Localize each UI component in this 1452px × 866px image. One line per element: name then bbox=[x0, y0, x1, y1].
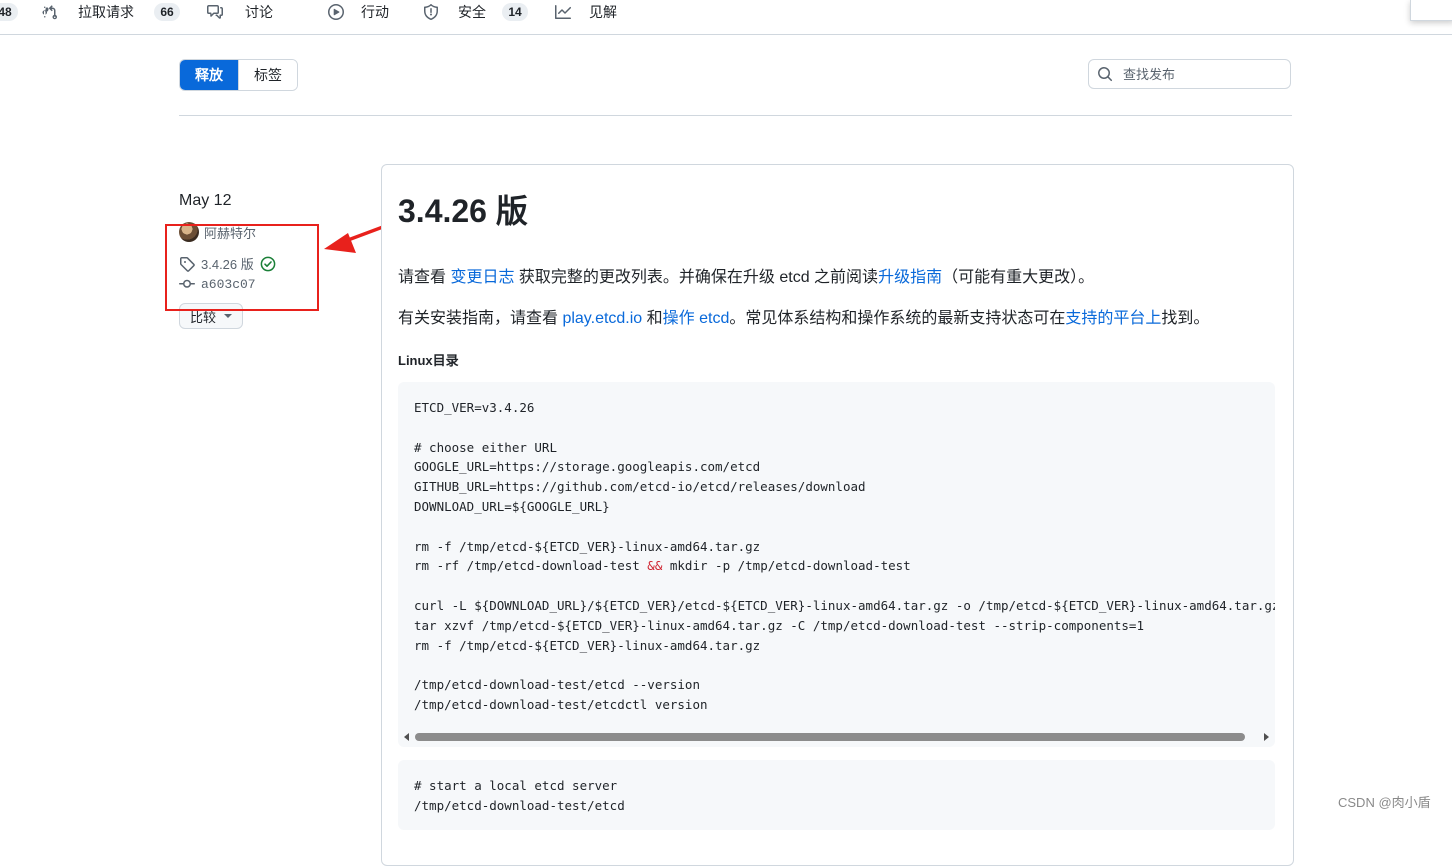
search-icon bbox=[1098, 67, 1113, 82]
tab-discussions[interactable]: 讨论 bbox=[207, 0, 273, 24]
code-line: /tmp/etcd-download-test/etcdctl version bbox=[414, 696, 708, 712]
tab-security[interactable]: 安全 14 bbox=[423, 0, 528, 24]
tags-tab[interactable]: 标签 bbox=[238, 60, 297, 90]
code-line: /tmp/etcd-download-test/etcd bbox=[414, 797, 625, 813]
release-title[interactable]: 3.4.26 版 bbox=[398, 186, 528, 232]
text: （可能有重大更改）。 bbox=[942, 269, 1095, 286]
operating-etcd-link[interactable]: 操作 etcd bbox=[663, 310, 730, 327]
text: 和 bbox=[642, 310, 663, 327]
code-line: rm -f /tmp/etcd-${ETCD_VER}-linux-amd64.… bbox=[414, 538, 761, 554]
code-operator: && bbox=[647, 558, 663, 574]
repo-nav: 48 拉取请求 66 讨论 行动 安全 14 见解 bbox=[0, 0, 1452, 35]
tab-actions[interactable]: 行动 bbox=[328, 0, 389, 24]
tab-security-label: 安全 bbox=[458, 4, 486, 20]
code-line: ETCD_VER=v3.4.26 bbox=[414, 400, 535, 415]
text: 。常见体系结构和操作系统的最新支持状态可在 bbox=[729, 310, 1066, 327]
code-line: # choose either URL bbox=[414, 439, 557, 455]
annotation-highlight-box bbox=[165, 224, 319, 311]
tab-insights[interactable]: 见解 bbox=[555, 0, 617, 24]
code-line: # start a local etcd server bbox=[414, 778, 618, 793]
code-content: ETCD_VER=v3.4.26 # choose either URL GOO… bbox=[414, 398, 1275, 715]
tab-actions-label: 行动 bbox=[361, 4, 389, 20]
divider bbox=[179, 115, 1292, 116]
release-notes-paragraph-1: 请查看 变更日志 获取完整的更改列表。并确保在升级 etcd 之前阅读升级指南（… bbox=[398, 263, 1094, 287]
pull-request-icon bbox=[42, 5, 57, 20]
code-line: mkdir -p /tmp/etcd-download-test bbox=[662, 558, 911, 574]
play-circle-icon bbox=[328, 4, 344, 20]
scroll-right-icon[interactable] bbox=[1264, 733, 1269, 741]
changelog-link[interactable]: 变更日志 bbox=[450, 269, 514, 286]
tab-discussions-label: 讨论 bbox=[245, 4, 273, 20]
tab-pull-requests-label: 拉取请求 bbox=[78, 4, 134, 20]
play-etcd-link[interactable]: play.etcd.io bbox=[562, 310, 642, 327]
releases-tab[interactable]: 释放 bbox=[180, 60, 238, 90]
text: 找到。 bbox=[1161, 310, 1210, 327]
upgrade-guide-link[interactable]: 升级指南 bbox=[878, 269, 942, 286]
release-notes-paragraph-2: 有关安装指南，请查看 play.etcd.io 和操作 etcd。常见体系结构和… bbox=[398, 304, 1209, 328]
caret-down-icon bbox=[224, 314, 233, 318]
scrollbar-thumb[interactable] bbox=[415, 733, 1245, 741]
release-search[interactable] bbox=[1088, 59, 1291, 89]
code-line: DOWNLOAD_URL=${GOOGLE_URL} bbox=[414, 498, 610, 514]
graph-icon bbox=[555, 5, 571, 19]
search-input[interactable] bbox=[1121, 65, 1285, 83]
code-horizontal-scrollbar[interactable] bbox=[399, 729, 1275, 743]
text: 获取完整的更改列表。并确保在升级 etcd 之前阅读 bbox=[514, 269, 879, 286]
code-block-linux[interactable]: ETCD_VER=v3.4.26 # choose either URL GOO… bbox=[398, 382, 1275, 747]
code-content: # start a local etcd server /tmp/etcd-do… bbox=[414, 776, 625, 816]
code-line: tar xzvf /tmp/etcd-${ETCD_VER}-linux-amd… bbox=[414, 617, 1144, 633]
code-line: GOOGLE_URL=https://storage.googleapis.co… bbox=[414, 459, 761, 475]
code-line: GITHUB_URL=https://github.com/etcd-io/et… bbox=[414, 479, 866, 495]
code-line: /tmp/etcd-download-test/etcd --version bbox=[414, 677, 700, 693]
text: 有关安装指南，请查看 bbox=[398, 310, 563, 327]
code-block-start-server[interactable]: # start a local etcd server /tmp/etcd-do… bbox=[398, 760, 1275, 830]
scroll-left-icon[interactable] bbox=[404, 733, 409, 741]
releases-tags-toggle: 释放 标签 bbox=[179, 59, 298, 91]
text: 请查看 bbox=[398, 269, 451, 286]
shield-icon bbox=[424, 4, 438, 20]
security-count: 14 bbox=[502, 3, 528, 21]
linux-heading: Linux目录 bbox=[398, 353, 459, 368]
discussions-icon bbox=[207, 5, 223, 19]
release-date: May 12 bbox=[179, 192, 232, 209]
tab-insights-label: 见解 bbox=[589, 4, 617, 20]
popup-window-corner bbox=[1410, 0, 1452, 21]
truncated-count-badge: 48 bbox=[0, 3, 18, 21]
code-line: curl -L ${DOWNLOAD_URL}/${ETCD_VER}/etcd… bbox=[414, 597, 1275, 613]
code-line: rm -f /tmp/etcd-${ETCD_VER}-linux-amd64.… bbox=[414, 637, 761, 653]
tab-pull-requests[interactable]: 拉取请求 66 bbox=[42, 0, 180, 24]
pull-requests-count: 66 bbox=[154, 3, 180, 21]
supported-platforms-link[interactable]: 支持的平台上 bbox=[1065, 310, 1161, 327]
watermark: CSDN @肉小盾 bbox=[1338, 795, 1431, 810]
code-line: rm -rf /tmp/etcd-download-test bbox=[414, 558, 648, 574]
